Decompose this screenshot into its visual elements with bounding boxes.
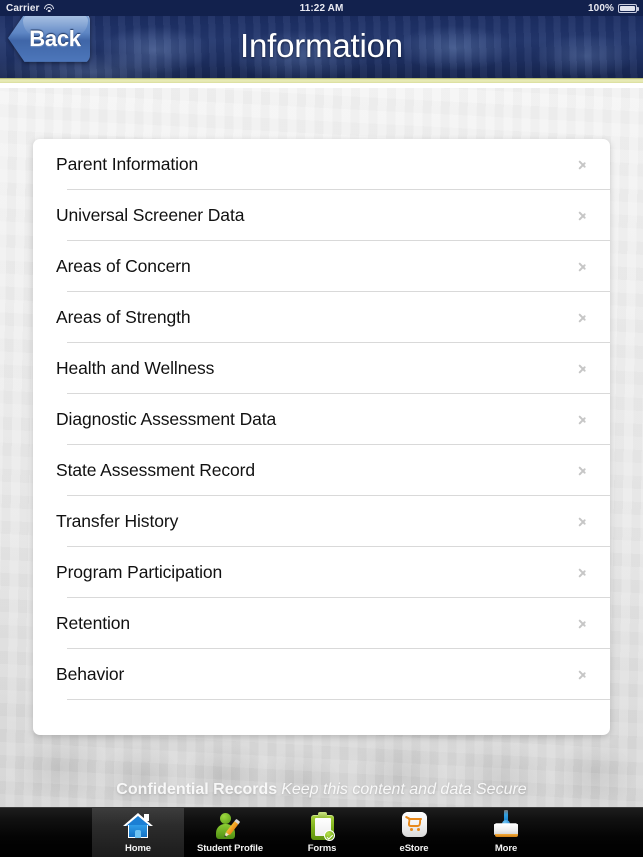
chevron-right-icon bbox=[577, 156, 588, 173]
back-button-label: Back bbox=[29, 26, 81, 51]
information-list-card: Parent Information Universal Screener Da… bbox=[33, 139, 610, 735]
list-item-retention[interactable]: Retention bbox=[33, 598, 610, 648]
list-item-label: Areas of Concern bbox=[56, 255, 191, 276]
status-bar: Carrier 11:22 AM 100% bbox=[0, 0, 643, 16]
list-item-state-assessment-record[interactable]: State Assessment Record bbox=[33, 445, 610, 495]
chevron-right-icon bbox=[577, 666, 588, 683]
more-box-icon bbox=[489, 810, 523, 841]
list-item-areas-of-strength[interactable]: Areas of Strength bbox=[33, 292, 610, 342]
list-item-label: Program Participation bbox=[56, 561, 223, 582]
chevron-right-icon bbox=[577, 258, 588, 275]
list-item-label: Diagnostic Assessment Data bbox=[56, 408, 277, 429]
tab-forms[interactable]: Forms bbox=[276, 808, 368, 857]
home-icon bbox=[121, 811, 155, 841]
tab-student-profile[interactable]: Student Profile bbox=[184, 808, 276, 857]
tab-bar: Home Student Profile Forms eStore More bbox=[0, 807, 643, 857]
battery-full-icon bbox=[618, 3, 639, 13]
list-item-transfer-history[interactable]: Transfer History bbox=[33, 496, 610, 546]
list-item-label: Behavior bbox=[56, 663, 125, 684]
chevron-right-icon bbox=[577, 615, 588, 632]
list-item-universal-screener-data[interactable]: Universal Screener Data bbox=[33, 190, 610, 240]
chevron-right-icon bbox=[577, 411, 588, 428]
page-header: Information bbox=[0, 16, 643, 78]
list-item-diagnostic-assessment-data[interactable]: Diagnostic Assessment Data bbox=[33, 394, 610, 444]
estore-cart-icon bbox=[397, 811, 431, 841]
tab-label: Home bbox=[125, 843, 151, 854]
list-item-label: Universal Screener Data bbox=[56, 204, 245, 225]
chevron-right-icon bbox=[577, 462, 588, 479]
status-bar-time: 11:22 AM bbox=[299, 2, 344, 14]
tab-bar-left-spacer bbox=[0, 808, 92, 857]
tab-estore[interactable]: eStore bbox=[368, 808, 460, 857]
list-item-label: Transfer History bbox=[56, 510, 179, 531]
list-item-label: Parent Information bbox=[56, 153, 199, 174]
list-separator bbox=[67, 699, 610, 700]
list-item-health-and-wellness[interactable]: Health and Wellness bbox=[33, 343, 610, 393]
chevron-right-icon bbox=[577, 360, 588, 377]
list-item-areas-of-concern[interactable]: Areas of Concern bbox=[33, 241, 610, 291]
student-profile-icon bbox=[213, 811, 247, 841]
tab-label: eStore bbox=[399, 843, 429, 854]
chevron-right-icon bbox=[577, 564, 588, 581]
list-item-program-participation[interactable]: Program Participation bbox=[33, 547, 610, 597]
chevron-right-icon bbox=[577, 207, 588, 224]
list-item-label: State Assessment Record bbox=[56, 459, 256, 480]
tab-bar-right-spacer bbox=[552, 808, 643, 857]
app-root: Carrier 11:22 AM 100% Information Back P… bbox=[0, 0, 643, 857]
list-item-label: Retention bbox=[56, 612, 131, 633]
header-accent-bar bbox=[0, 78, 643, 83]
list-item-behavior[interactable]: Behavior bbox=[33, 649, 610, 699]
list-item-label: Health and Wellness bbox=[56, 357, 215, 378]
list-item-label: Areas of Strength bbox=[56, 306, 191, 327]
back-button[interactable]: Back bbox=[8, 12, 90, 64]
chevron-right-icon bbox=[577, 309, 588, 326]
tab-label: Forms bbox=[307, 843, 337, 854]
tab-label: Student Profile bbox=[196, 843, 264, 854]
list-item-parent-information[interactable]: Parent Information bbox=[33, 139, 610, 189]
forms-clipboard-icon bbox=[305, 811, 339, 841]
tab-home[interactable]: Home bbox=[92, 808, 184, 857]
page-title: Information bbox=[240, 27, 403, 64]
tab-more[interactable]: More bbox=[460, 808, 552, 857]
chevron-right-icon bbox=[577, 513, 588, 530]
tab-label: More bbox=[494, 843, 518, 854]
